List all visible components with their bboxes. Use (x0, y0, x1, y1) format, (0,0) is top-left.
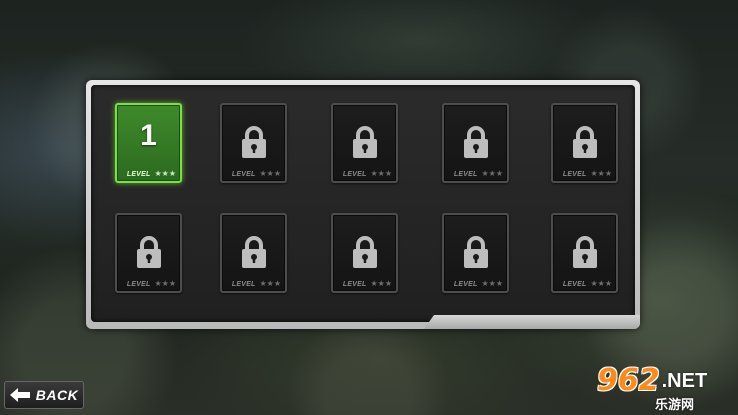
back-button[interactable]: BACK (4, 381, 84, 409)
level-footer: LEVEL ★ ★ ★ (226, 279, 281, 289)
star-icon: ★ (370, 169, 378, 178)
level-footer: LEVEL ★ ★ ★ (557, 279, 612, 289)
star-icon: ★ (161, 169, 169, 178)
lock-icon (351, 235, 379, 269)
level-tile-5[interactable]: LEVEL ★ ★ ★ (551, 103, 618, 183)
watermark-net: .NET (661, 370, 708, 392)
level-footer: LEVEL ★ ★ ★ (121, 279, 176, 289)
level-label: LEVEL (126, 170, 151, 178)
star-icon: ★ (604, 279, 612, 288)
star-rating: ★ ★ ★ (590, 170, 612, 178)
star-rating: ★ ★ ★ (259, 170, 281, 178)
lock-icon (571, 235, 599, 269)
level-tile-6[interactable]: LEVEL ★ ★ ★ (115, 213, 182, 293)
star-icon: ★ (161, 279, 169, 288)
star-rating: ★ ★ ★ (370, 280, 392, 288)
level-label: LEVEL (562, 170, 587, 178)
level-label: LEVEL (342, 280, 367, 288)
star-icon: ★ (481, 169, 489, 178)
star-icon: ★ (273, 279, 281, 288)
lock-icon (571, 125, 599, 159)
level-footer: LEVEL ★ ★ ★ (448, 279, 503, 289)
lock-icon (462, 235, 490, 269)
watermark-number: 962 (597, 363, 660, 398)
star-icon: ★ (597, 169, 605, 178)
level-tile-9[interactable]: LEVEL ★ ★ ★ (442, 213, 509, 293)
lock-icon (462, 125, 490, 159)
star-icon: ★ (266, 279, 274, 288)
lock-icon (240, 235, 268, 269)
star-icon: ★ (259, 169, 267, 178)
star-icon: ★ (266, 169, 274, 178)
level-label: LEVEL (342, 170, 367, 178)
level-tile-7[interactable]: LEVEL ★ ★ ★ (220, 213, 287, 293)
star-icon: ★ (597, 279, 605, 288)
star-rating: ★ ★ ★ (259, 280, 281, 288)
lock-icon (135, 235, 163, 269)
level-label: LEVEL (231, 280, 256, 288)
star-rating: ★ ★ ★ (590, 280, 612, 288)
star-rating: ★ ★ ★ (481, 280, 503, 288)
star-icon: ★ (377, 169, 385, 178)
level-tile-10[interactable]: LEVEL ★ ★ ★ (551, 213, 618, 293)
star-icon: ★ (604, 169, 612, 178)
level-number: 1 (140, 119, 157, 152)
star-icon: ★ (168, 169, 176, 178)
star-icon: ★ (481, 279, 489, 288)
level-label: LEVEL (231, 170, 256, 178)
star-icon: ★ (495, 279, 503, 288)
star-icon: ★ (590, 279, 598, 288)
level-label: LEVEL (453, 280, 478, 288)
lock-icon (240, 125, 268, 159)
level-tile-3[interactable]: LEVEL ★ ★ ★ (331, 103, 398, 183)
star-icon: ★ (154, 279, 162, 288)
watermark-logo: 962 .NET (597, 366, 707, 396)
star-rating: ★ ★ ★ (154, 280, 176, 288)
level-label: LEVEL (562, 280, 587, 288)
star-rating: ★ ★ ★ (154, 170, 176, 178)
lock-icon (351, 125, 379, 159)
level-footer: LEVEL ★ ★ ★ (121, 169, 176, 179)
star-icon: ★ (495, 169, 503, 178)
level-select-panel: 1 LEVEL ★ ★ ★ LEVEL ★ ★ ★ LEVEL ★ ★ ★ LEVEL ★ ★ ★ LEVEL ★ ★… (86, 80, 640, 329)
panel-notch (424, 315, 640, 329)
star-icon: ★ (384, 279, 392, 288)
star-icon: ★ (488, 169, 496, 178)
star-icon: ★ (370, 279, 378, 288)
level-tile-4[interactable]: LEVEL ★ ★ ★ (442, 103, 509, 183)
star-rating: ★ ★ ★ (481, 170, 503, 178)
level-label: LEVEL (126, 280, 151, 288)
level-footer: LEVEL ★ ★ ★ (557, 169, 612, 179)
level-footer: LEVEL ★ ★ ★ (448, 169, 503, 179)
star-icon: ★ (488, 279, 496, 288)
level-tile-8[interactable]: LEVEL ★ ★ ★ (331, 213, 398, 293)
star-icon: ★ (384, 169, 392, 178)
arrow-left-icon (9, 388, 30, 402)
star-icon: ★ (590, 169, 598, 178)
star-icon: ★ (273, 169, 281, 178)
level-label: LEVEL (453, 170, 478, 178)
star-icon: ★ (377, 279, 385, 288)
star-icon: ★ (154, 169, 162, 178)
site-watermark: 962 .NET 乐游网 (597, 364, 735, 414)
level-footer: LEVEL ★ ★ ★ (337, 169, 392, 179)
star-rating: ★ ★ ★ (370, 170, 392, 178)
star-icon: ★ (168, 279, 176, 288)
level-footer: LEVEL ★ ★ ★ (226, 169, 281, 179)
level-tile-1[interactable]: 1 LEVEL ★ ★ ★ (115, 103, 182, 183)
back-label: BACK (35, 387, 79, 403)
watermark-subtitle: 乐游网 (655, 398, 695, 413)
panel-inner: 1 LEVEL ★ ★ ★ LEVEL ★ ★ ★ LEVEL ★ ★ ★ LEVEL ★ ★ ★ LEVEL ★ ★… (91, 85, 635, 322)
level-footer: LEVEL ★ ★ ★ (337, 279, 392, 289)
star-icon: ★ (259, 279, 267, 288)
level-tile-2[interactable]: LEVEL ★ ★ ★ (220, 103, 287, 183)
